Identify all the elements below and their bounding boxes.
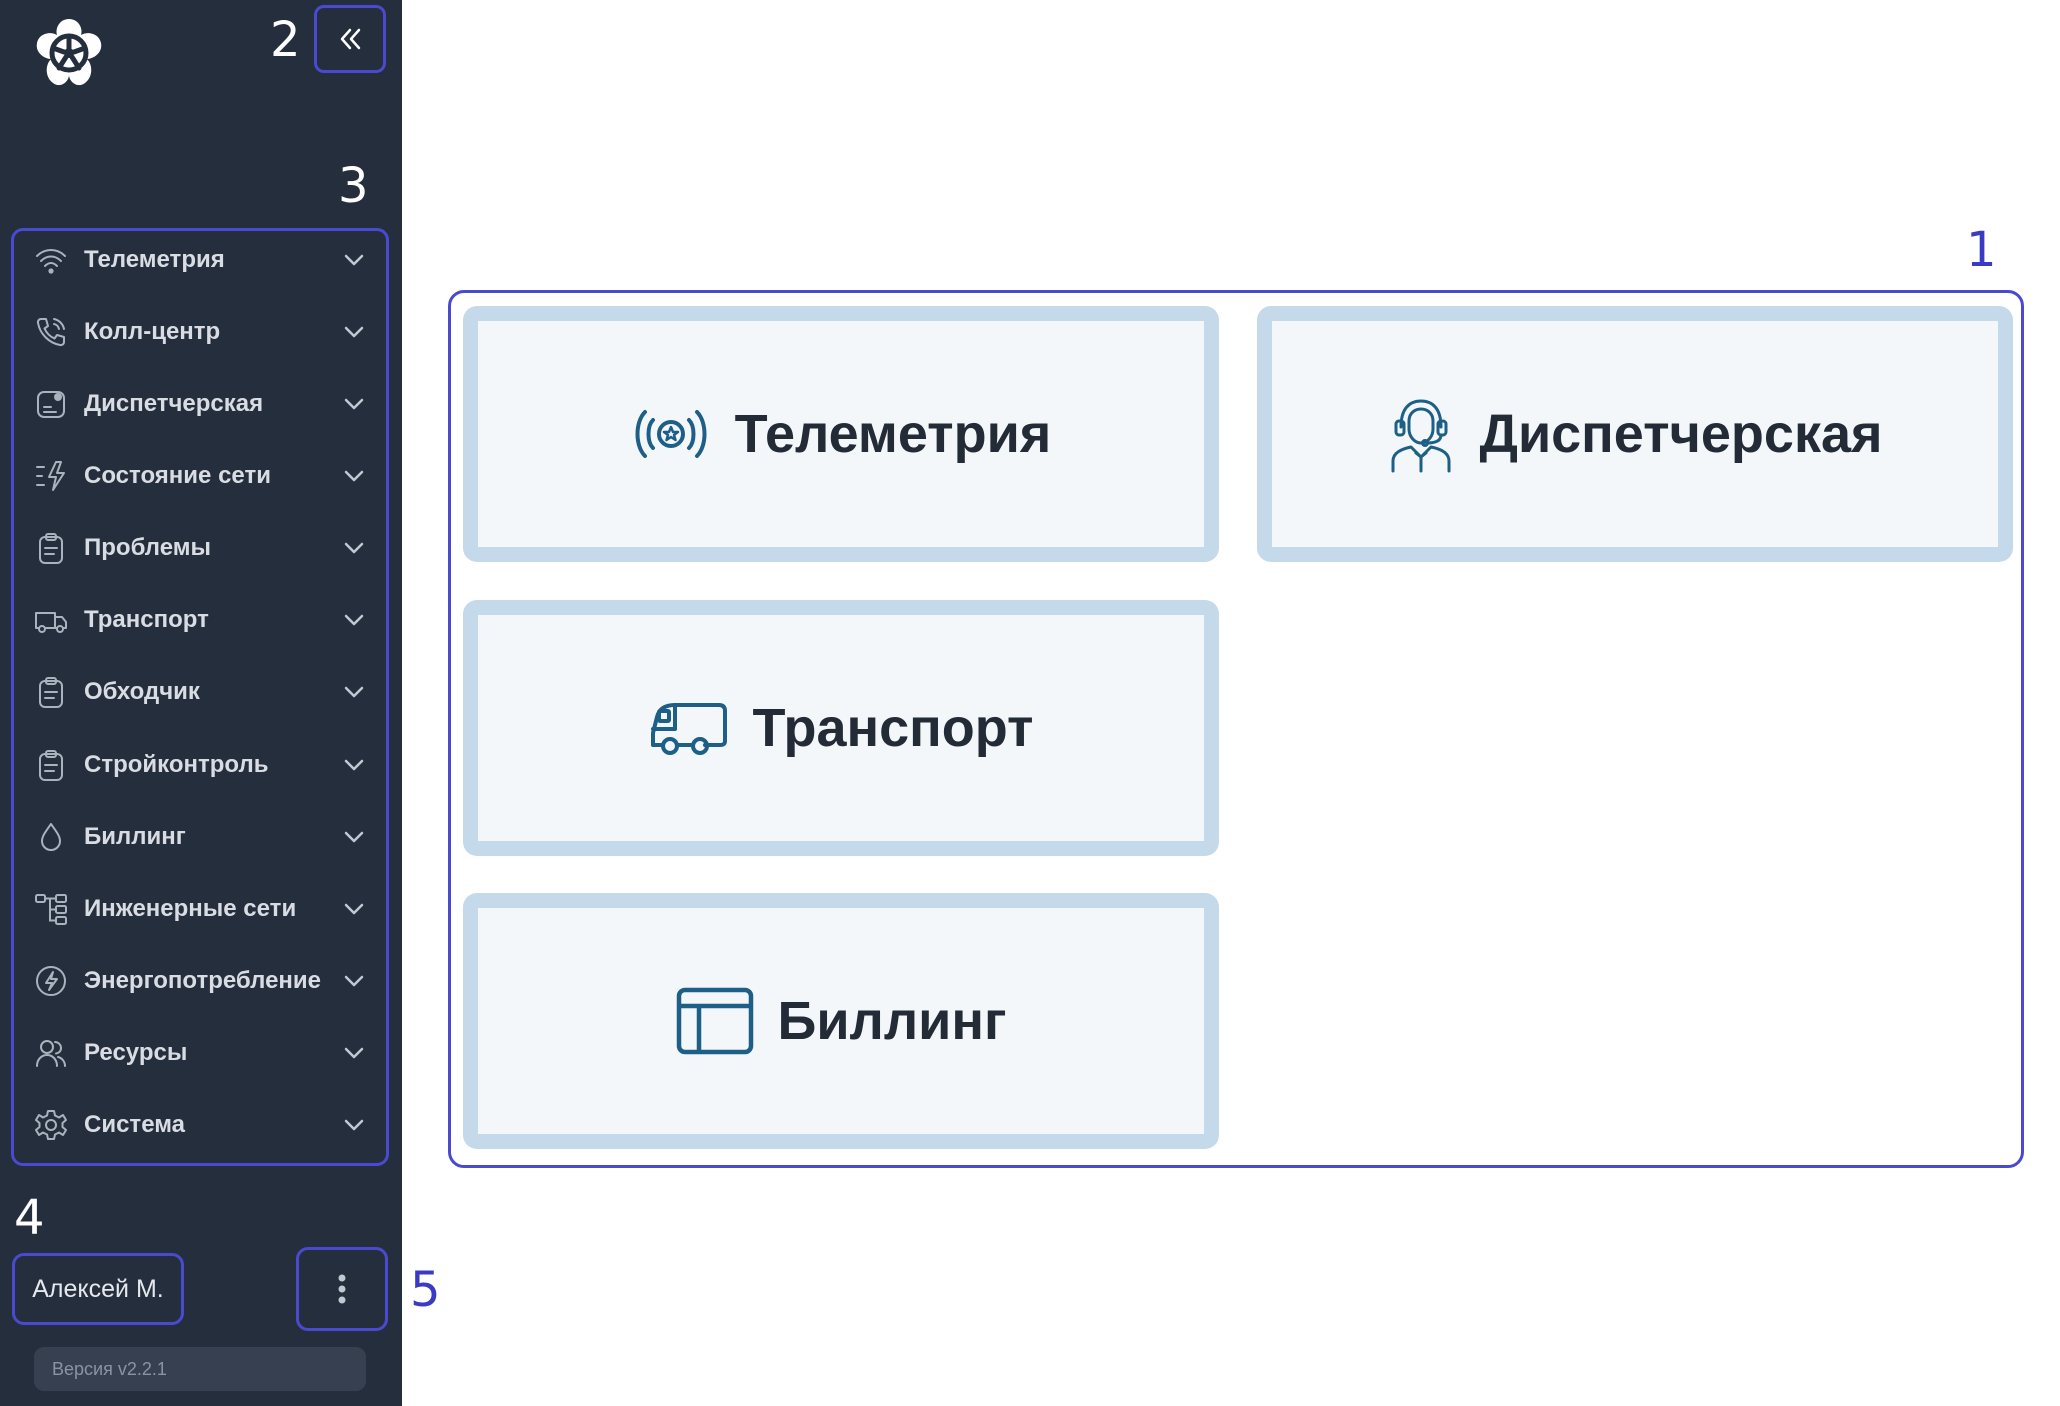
user-profile-button[interactable]: Алексей М.: [12, 1253, 184, 1325]
sidebar-item-engineering-networks[interactable]: Инженерные сети: [14, 879, 386, 939]
kebab-menu-icon: [338, 1274, 346, 1304]
sidebar-item-label: Состояние сети: [84, 462, 271, 489]
chevron-down-icon: [344, 254, 364, 266]
gear-icon: [34, 1108, 68, 1142]
billing-window-icon: [676, 987, 754, 1055]
truck-icon: [34, 603, 68, 637]
annotation-marker-2: 2: [270, 12, 301, 68]
sidebar-item-label: Телеметрия: [84, 246, 225, 273]
module-card-label: Биллинг: [777, 991, 1007, 1051]
sidebar-item-system[interactable]: Система: [14, 1095, 386, 1155]
sidebar-item-label: Ресурсы: [84, 1039, 188, 1066]
energy-icon: [34, 964, 68, 998]
sidebar-item-construction-control[interactable]: Стройконтроль: [14, 735, 386, 795]
sidebar-item-network-state[interactable]: Состояние сети: [14, 446, 386, 506]
collapse-sidebar-button[interactable]: [314, 5, 386, 73]
chevron-down-icon: [344, 398, 364, 410]
sidebar-item-transport[interactable]: Транспорт: [14, 590, 386, 650]
flower-logo-icon[interactable]: [31, 15, 107, 91]
sidebar-item-label: Стройконтроль: [84, 751, 269, 778]
annotation-marker-3: 3: [338, 158, 369, 214]
chevron-down-icon: [344, 542, 364, 554]
module-card-telemetry[interactable]: Телеметрия: [463, 306, 1219, 562]
annotation-marker-5: 5: [410, 1262, 441, 1318]
chevron-down-icon: [344, 614, 364, 626]
sidebar: 2 3 Телеметрия Колл-центр Диспетчерская …: [0, 0, 402, 1406]
sidebar-item-label: Транспорт: [84, 606, 209, 633]
sidebar-item-telemetry[interactable]: Телеметрия: [14, 230, 386, 290]
chevron-down-icon: [344, 326, 364, 338]
chevron-down-icon: [344, 1047, 364, 1059]
clipboard-icon: [34, 748, 68, 782]
chevron-down-icon: [344, 686, 364, 698]
chevron-down-icon: [344, 903, 364, 915]
chevron-down-icon: [344, 1119, 364, 1131]
module-card-label: Телеметрия: [734, 404, 1052, 464]
sidebar-item-label: Инженерные сети: [84, 895, 297, 922]
network-state-icon: [34, 459, 68, 493]
module-card-label: Транспорт: [752, 698, 1034, 758]
annotation-marker-1: 1: [1966, 222, 1997, 278]
module-card-billing[interactable]: Биллинг: [463, 893, 1219, 1149]
chevron-down-icon: [344, 975, 364, 987]
phone-icon: [34, 315, 68, 349]
chevron-down-icon: [344, 831, 364, 843]
sidebar-item-energy-consumption[interactable]: Энергопотребление: [14, 951, 386, 1011]
tree-icon: [34, 892, 68, 926]
wifi-icon: [34, 243, 68, 277]
sidebar-item-resources[interactable]: Ресурсы: [14, 1023, 386, 1083]
users-icon: [34, 1036, 68, 1070]
sidebar-item-problems[interactable]: Проблемы: [14, 518, 386, 578]
double-chevron-left-icon: [340, 28, 361, 50]
dispatch-icon: [34, 387, 68, 421]
chevron-down-icon: [344, 759, 364, 771]
version-label: Версия v2.2.1: [34, 1347, 366, 1391]
sidebar-item-billing[interactable]: Биллинг: [14, 807, 386, 867]
sidebar-item-label: Система: [84, 1111, 186, 1138]
sidebar-item-label: Колл-центр: [84, 318, 221, 345]
sidebar-item-label: Диспетчерская: [84, 390, 264, 417]
sidebar-item-label: Биллинг: [84, 823, 186, 850]
module-card-label: Диспетчерская: [1479, 404, 1883, 464]
operator-headset-icon: [1387, 395, 1455, 473]
more-options-button[interactable]: [296, 1247, 388, 1331]
annotation-marker-4: 4: [14, 1190, 45, 1246]
sidebar-item-label: Обходчик: [84, 678, 200, 705]
drop-icon: [34, 820, 68, 854]
clipboard-icon: [34, 531, 68, 565]
clipboard-icon: [34, 675, 68, 709]
module-card-dispatch[interactable]: Диспетчерская: [1257, 306, 2013, 562]
sidebar-item-label: Энергопотребление: [84, 967, 322, 994]
sidebar-item-call-center[interactable]: Колл-центр: [14, 302, 386, 362]
chevron-down-icon: [344, 470, 364, 482]
truck-icon: [649, 699, 729, 757]
sidebar-item-dispatch[interactable]: Диспетчерская: [14, 374, 386, 434]
sidebar-item-walker[interactable]: Обходчик: [14, 662, 386, 722]
telemetry-signal-icon: [631, 402, 711, 466]
module-card-transport[interactable]: Транспорт: [463, 600, 1219, 856]
sidebar-item-label: Проблемы: [84, 534, 212, 561]
